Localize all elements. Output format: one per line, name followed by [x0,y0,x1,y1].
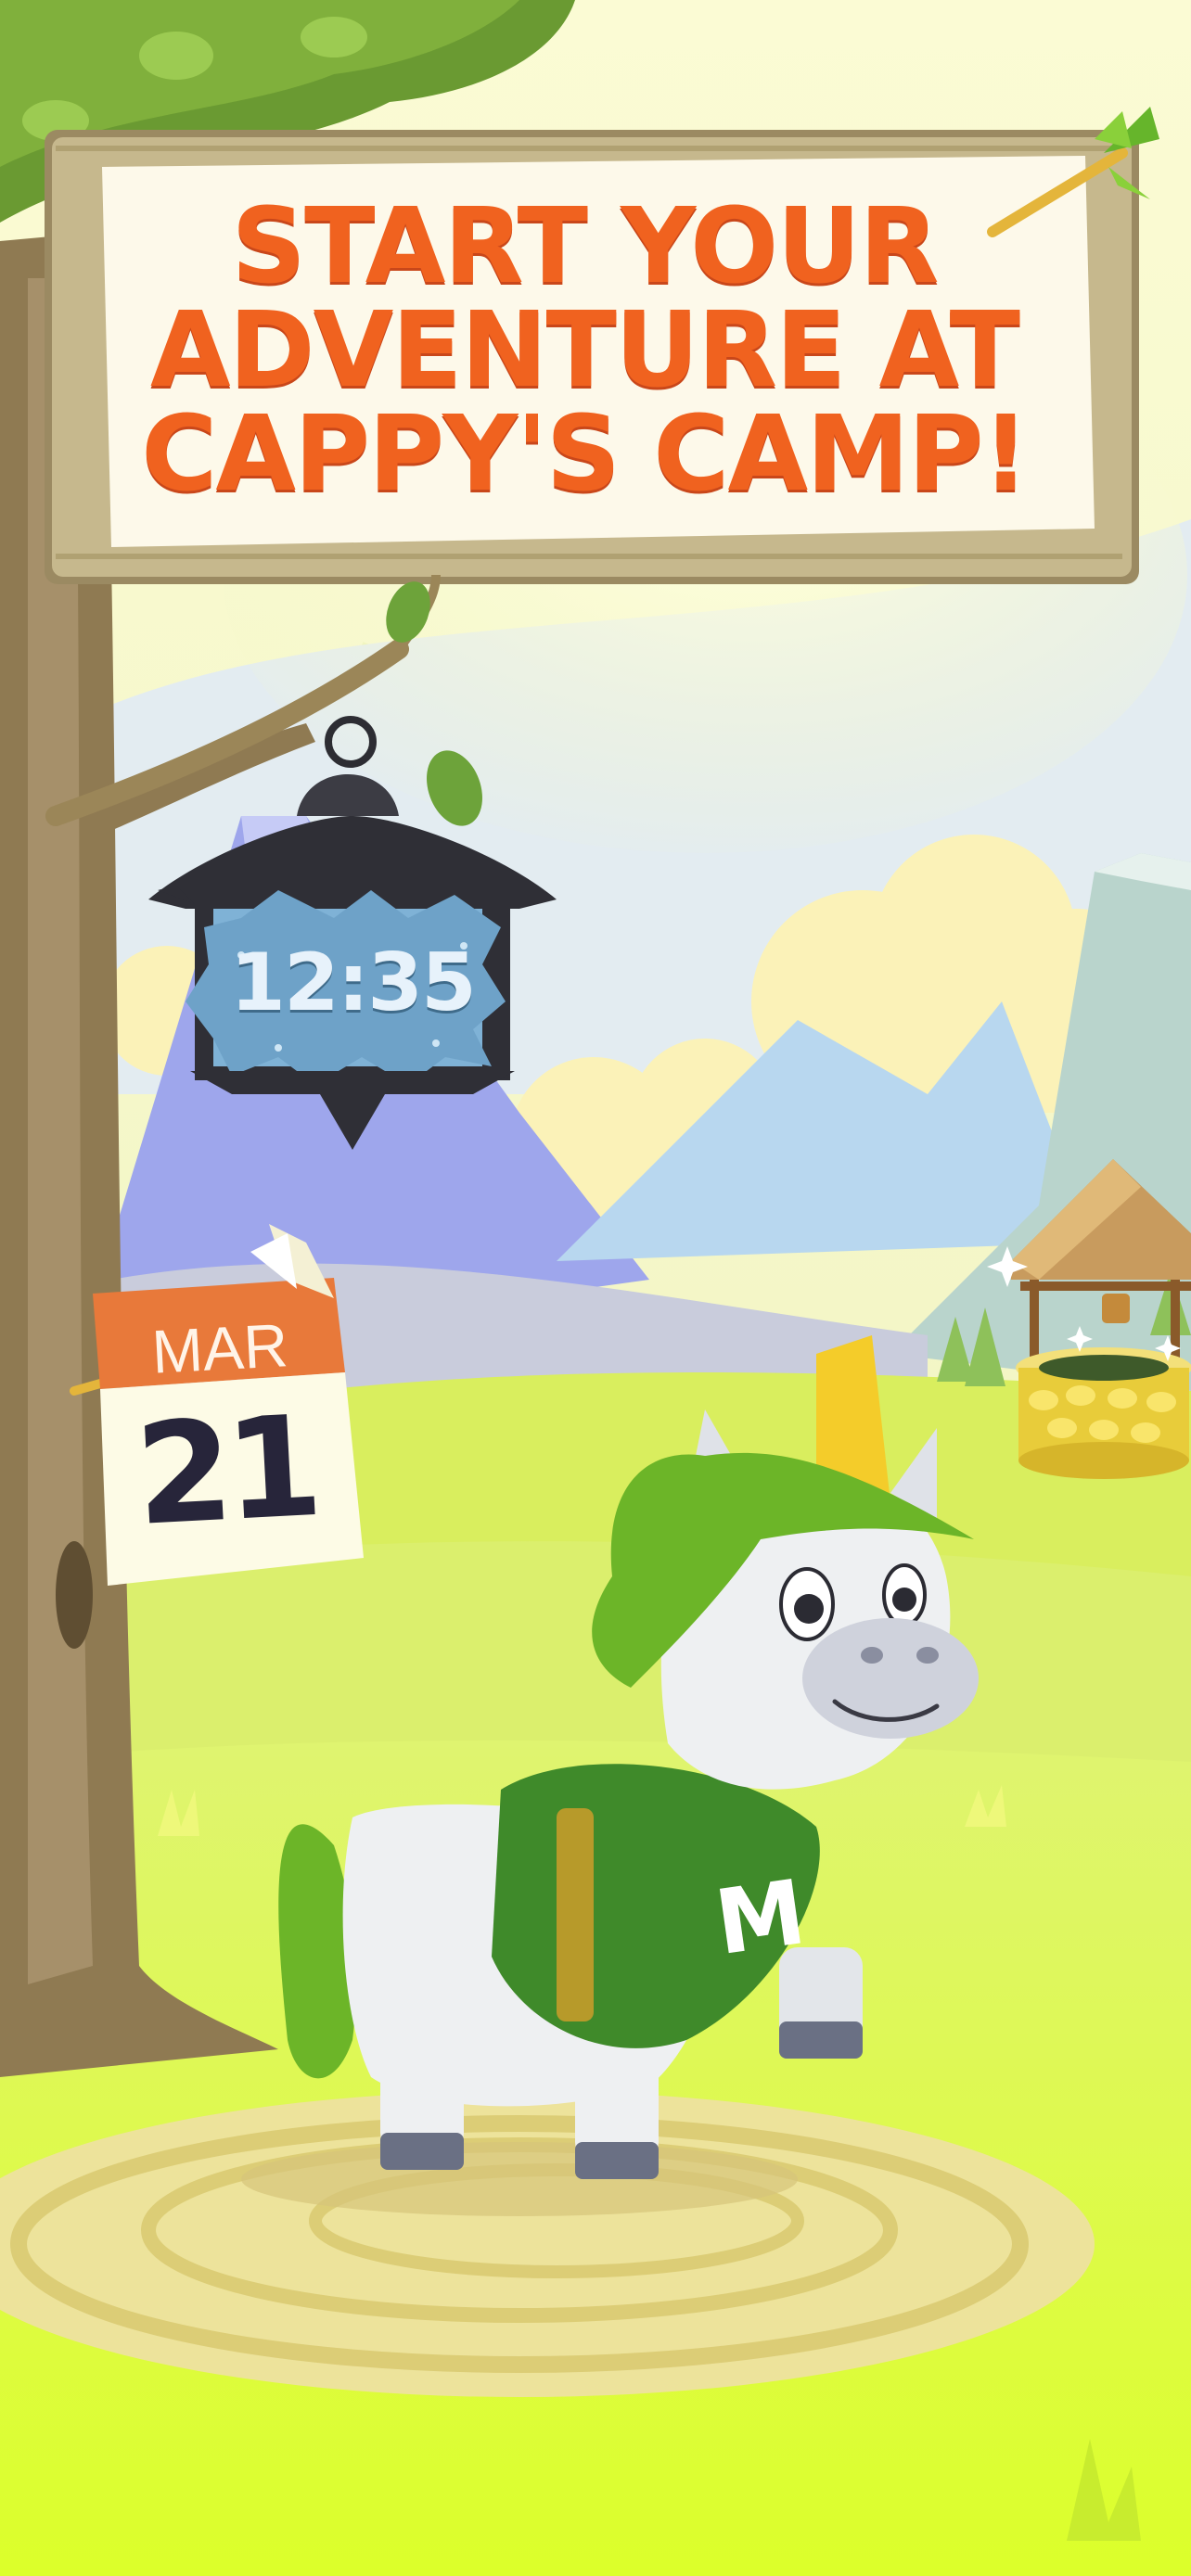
calendar-day: 21 [132,1386,319,1557]
sign-title-line-2: ADVENTURE AT [149,290,1020,411]
calendar-month: MAR [149,1310,290,1386]
sign-title: START YOUR ADVENTURE AT CAPPY'S CAMP! [130,195,1039,506]
mascot-shirt-letter: M [709,1859,812,1976]
sign-title-line-1: START YOUR [231,186,939,307]
sign-title-line-3: CAPPY'S CAMP! [141,394,1030,515]
lantern-time: 12:35 [230,937,477,1029]
